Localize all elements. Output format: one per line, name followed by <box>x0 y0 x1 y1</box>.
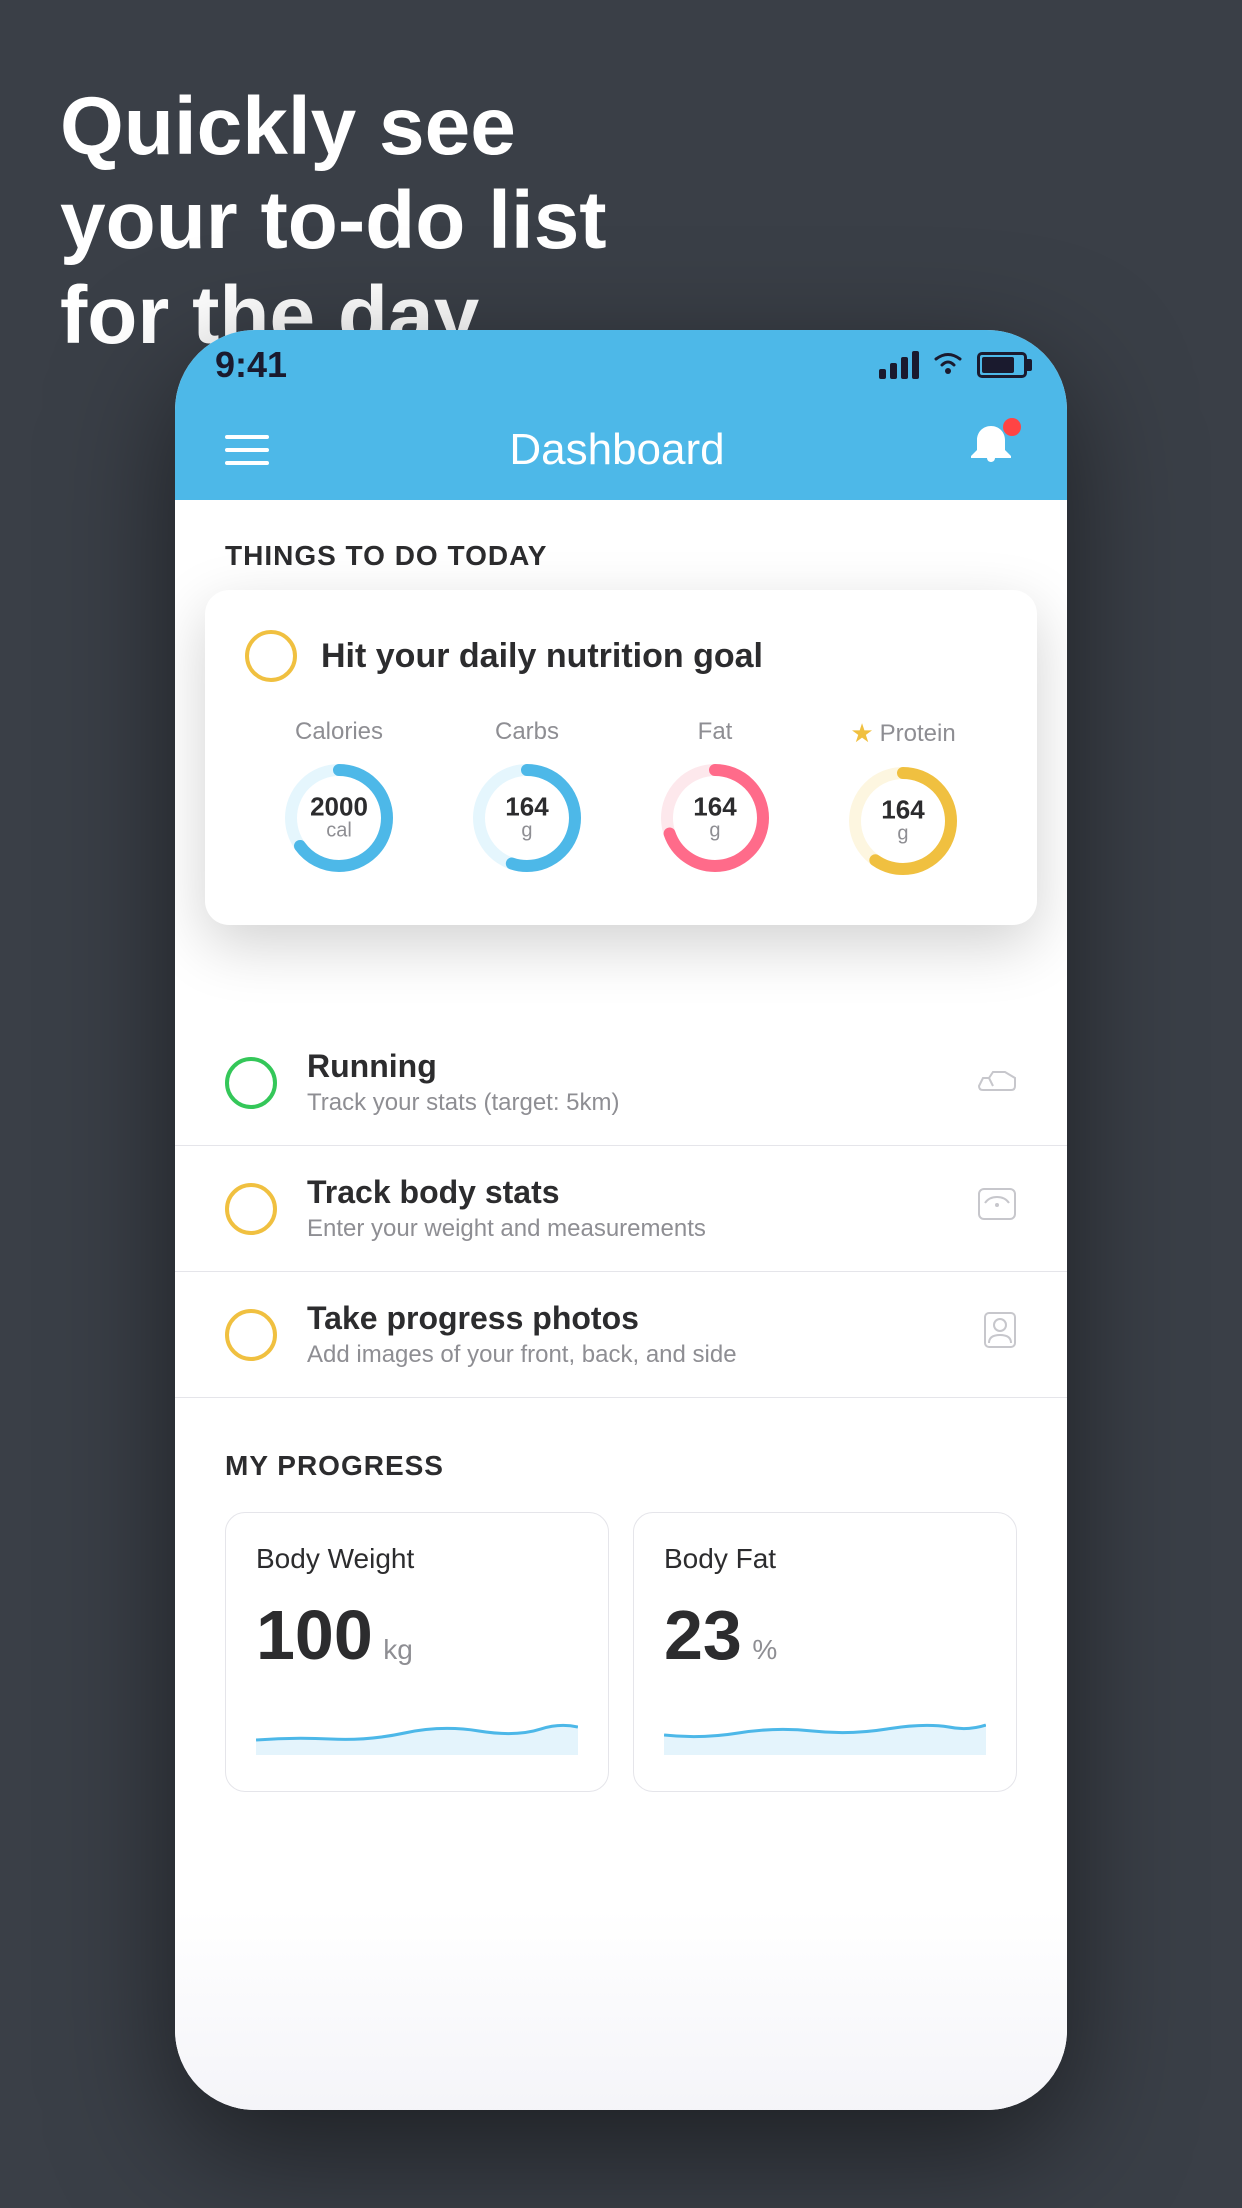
running-subtitle: Track your stats (target: 5km) <box>307 1089 947 1117</box>
nav-bar: Dashboard <box>175 400 1067 500</box>
scale-icon <box>977 1187 1017 1231</box>
body-weight-unit: kg <box>383 1634 413 1665</box>
progress-section-title: MY PROGRESS <box>225 1450 1017 1482</box>
body-fat-chart <box>664 1695 986 1755</box>
calories-value: 2000 <box>310 794 368 820</box>
body-fat-unit: % <box>752 1634 777 1665</box>
body-weight-chart <box>256 1695 578 1755</box>
status-bar: 9:41 <box>175 330 1067 400</box>
body-weight-value: 100 <box>256 1596 373 1674</box>
running-title: Running <box>307 1048 947 1085</box>
nutrition-card-title: Hit your daily nutrition goal <box>321 637 763 676</box>
phone-bottom-shadow <box>175 1910 1067 2110</box>
calories-donut: 2000 cal <box>279 758 399 878</box>
phone-frame: 9:41 Dashboard <box>175 330 1067 2110</box>
fat-donut: 164 g <box>655 758 775 878</box>
todo-list: Running Track your stats (target: 5km) T… <box>175 1020 1067 1398</box>
nutrition-fat: Fat 164 g <box>655 718 775 878</box>
hamburger-menu[interactable] <box>225 435 269 465</box>
star-icon: ★ <box>850 718 873 749</box>
body-stats-title: Track body stats <box>307 1174 947 1211</box>
protein-label: Protein <box>880 720 956 748</box>
protein-unit: g <box>881 823 924 846</box>
body-weight-card[interactable]: Body Weight 100 kg <box>225 1512 609 1792</box>
carbs-label: Carbs <box>495 718 559 746</box>
status-icons <box>879 349 1027 382</box>
body-stats-text: Track body stats Enter your weight and m… <box>307 1174 947 1243</box>
status-time: 9:41 <box>215 344 287 386</box>
body-fat-card-title: Body Fat <box>664 1543 986 1575</box>
calories-label: Calories <box>295 718 383 746</box>
battery-icon <box>977 352 1027 378</box>
notification-bell[interactable] <box>965 422 1017 479</box>
fat-value: 164 <box>693 794 736 820</box>
carbs-donut: 164 g <box>467 758 587 878</box>
body-weight-card-title: Body Weight <box>256 1543 578 1575</box>
progress-cards-container: Body Weight 100 kg Body Fat <box>225 1512 1017 1792</box>
headline: Quickly see your to-do list for the day. <box>60 80 607 363</box>
notification-dot <box>1003 418 1021 436</box>
carbs-unit: g <box>505 820 548 843</box>
body-stats-circle <box>225 1183 277 1235</box>
photos-title: Take progress photos <box>307 1300 953 1337</box>
list-item-running[interactable]: Running Track your stats (target: 5km) <box>175 1020 1067 1146</box>
fat-label: Fat <box>698 718 733 746</box>
photos-subtitle: Add images of your front, back, and side <box>307 1341 953 1369</box>
nutrition-card: Hit your daily nutrition goal Calories 2… <box>205 590 1037 925</box>
body-stats-subtitle: Enter your weight and measurements <box>307 1215 947 1243</box>
body-fat-value: 23 <box>664 1596 742 1674</box>
things-section-title: THINGS TO DO TODAY <box>225 540 547 571</box>
wifi-icon <box>931 349 965 382</box>
shoe-icon <box>977 1061 1017 1104</box>
card-header: Hit your daily nutrition goal <box>245 630 997 682</box>
signal-icon <box>879 351 919 379</box>
nutrition-calories: Calories 2000 cal <box>279 718 399 878</box>
protein-donut: 164 g <box>843 761 963 881</box>
list-item-body-stats[interactable]: Track body stats Enter your weight and m… <box>175 1146 1067 1272</box>
person-icon <box>983 1311 1017 1359</box>
task-circle-nutrition[interactable] <box>245 630 297 682</box>
protein-value: 164 <box>881 797 924 823</box>
nutrition-grid: Calories 2000 cal Carbs <box>245 718 997 881</box>
things-section-header: THINGS TO DO TODAY <box>175 500 1067 592</box>
fat-unit: g <box>693 820 736 843</box>
nav-title: Dashboard <box>509 425 724 475</box>
calories-unit: cal <box>310 820 368 843</box>
carbs-value: 164 <box>505 794 548 820</box>
list-item-photos[interactable]: Take progress photos Add images of your … <box>175 1272 1067 1398</box>
nutrition-protein: ★ Protein 164 g <box>843 718 963 881</box>
running-text: Running Track your stats (target: 5km) <box>307 1048 947 1117</box>
photos-text: Take progress photos Add images of your … <box>307 1300 953 1369</box>
nutrition-carbs: Carbs 164 g <box>467 718 587 878</box>
photos-circle <box>225 1309 277 1361</box>
progress-section: MY PROGRESS Body Weight 100 kg <box>175 1400 1067 1842</box>
content-area: THINGS TO DO TODAY Hit your daily nutrit… <box>175 500 1067 2110</box>
body-fat-card[interactable]: Body Fat 23 % <box>633 1512 1017 1792</box>
running-circle <box>225 1057 277 1109</box>
